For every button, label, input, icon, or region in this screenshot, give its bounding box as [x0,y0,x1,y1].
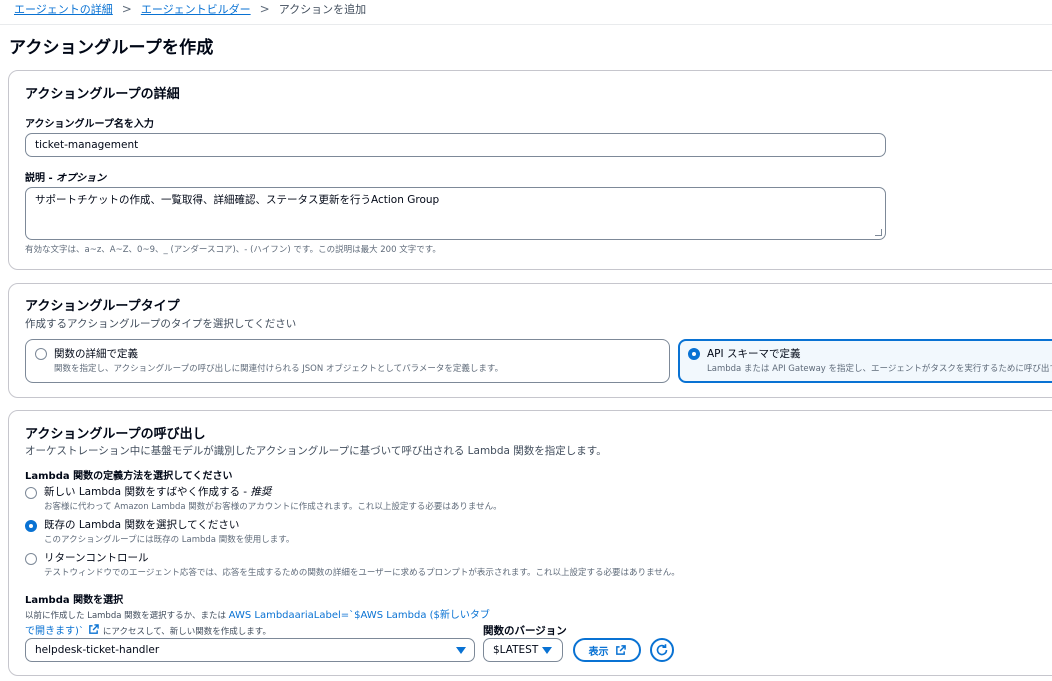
invoke-subtitle: オーケストレーション中に基盤モデルが識別したアクショングループに基づいて呼び出さ… [25,445,607,457]
refresh-button[interactable] [650,638,674,662]
refresh-icon [656,644,668,656]
radio-selected-icon[interactable] [25,520,37,532]
type-option-function-details[interactable]: 関数の詳細で定義 関数を指定し、アクショングループの呼び出しに関連付けられる J… [25,339,670,383]
lambda-desc-pre: 以前に作成した Lambda 関数を選択するか、または [25,611,229,621]
external-link-icon [615,644,626,655]
version-select[interactable]: $LATEST [483,638,563,662]
type-option-api-schema[interactable]: API スキーマで定義 Lambda または API Gateway を指定し、… [678,339,1052,383]
breadcrumb-agent-builder[interactable]: エージェントビルダー [141,1,251,17]
method-option-existing[interactable]: 既存の Lambda 関数を選択してください [44,517,239,532]
header-divider [0,24,1052,25]
chevron-right-icon: > [259,2,270,16]
radio-unselected-icon[interactable] [25,553,37,565]
method-option-return-control[interactable]: リターンコントロール [44,550,148,565]
type-option-desc: 関数を指定し、アクショングループの呼び出しに関連付けられる JSON オブジェク… [54,364,504,374]
type-option-label: 関数の詳細で定義 [54,348,138,360]
view-button-label: 表示 [588,646,609,658]
version-value: $LATEST [493,644,539,656]
method-option-desc: このアクショングループには既存の Lambda 関数を使用します。 [44,535,295,545]
type-option-label: API スキーマで定義 [707,348,801,360]
breadcrumb-current: アクションを追加 [278,3,367,16]
description-label: 説明 - オプション [25,169,106,184]
description-text: サポートチケットの作成、一覧取得、詳細確認、ステータス更新を行うAction G… [35,194,440,206]
method-option-label: 新しい Lambda 関数をすばやく作成する - [44,486,251,498]
breadcrumb: エージェントの詳細 > エージェントビルダー > アクションを追加 [0,0,366,18]
chevron-right-icon: > [121,2,132,16]
page-title: アクショングループを作成 [9,38,214,58]
description-textarea[interactable]: サポートチケットの作成、一覧取得、詳細確認、ステータス更新を行うAction G… [25,187,886,240]
lambda-description: 以前に作成した Lambda 関数を選択するか、または AWS Lambdaar… [25,608,495,640]
method-option-desc: テストウィンドウでのエージェント応答では、応答を生成するための関数の詳細をユーザ… [44,568,680,578]
details-panel: アクショングループの詳細 アクショングループ名を入力 説明 - オプション サポ… [8,70,1052,270]
breadcrumb-agent-details[interactable]: エージェントの詳細 [14,1,113,17]
type-title: アクショングループタイプ [25,299,180,314]
name-input[interactable] [25,133,886,157]
view-button[interactable]: 表示 [573,638,641,662]
method-option-desc: お客様に代わって Amazon Lambda 関数がお客様のアカウントに作成され… [44,502,502,512]
radio-unselected-icon[interactable] [25,487,37,499]
method-option-quick-create[interactable]: 新しい Lambda 関数をすばやく作成する - 推奨 [44,484,271,499]
description-label-main: 説明 - [25,173,57,184]
lambda-desc-post: にアクセスして、新しい関数を作成します。 [102,627,271,637]
description-label-optional: オプション [56,173,107,184]
type-subtitle: 作成するアクショングループのタイプを選択してください [25,318,297,330]
lambda-function-select[interactable]: helpdesk-ticket-handler [25,638,475,662]
resize-handle-icon[interactable] [875,229,882,236]
type-option-desc: Lambda または API Gateway を指定し、エージェントがタスクを実… [707,364,1052,374]
lambda-function-value: helpdesk-ticket-handler [35,644,160,656]
description-hint: 有効な文字は、a~z、A~Z、0~9、_ (アンダースコア)、- (ハイフン) … [25,245,441,255]
invoke-title: アクショングループの呼び出し [25,427,206,442]
method-label: Lambda 関数の定義方法を選択してください [25,471,233,482]
version-label: 関数のバージョン [483,625,567,637]
caret-down-icon [456,647,466,654]
name-label: アクショングループ名を入力 [25,119,154,130]
recommended-tag: 推奨 [250,486,272,498]
radio-selected-icon[interactable] [688,348,700,360]
external-link-icon [89,624,99,634]
caret-down-icon [542,647,552,654]
invoke-panel: アクショングループの呼び出し オーケストレーション中に基盤モデルが識別したアクシ… [8,410,1052,676]
lambda-label: Lambda 関数を選択 [25,595,124,606]
type-panel: アクショングループタイプ 作成するアクショングループのタイプを選択してください … [8,283,1052,398]
radio-unselected-icon[interactable] [35,348,47,360]
details-title: アクショングループの詳細 [25,87,180,102]
